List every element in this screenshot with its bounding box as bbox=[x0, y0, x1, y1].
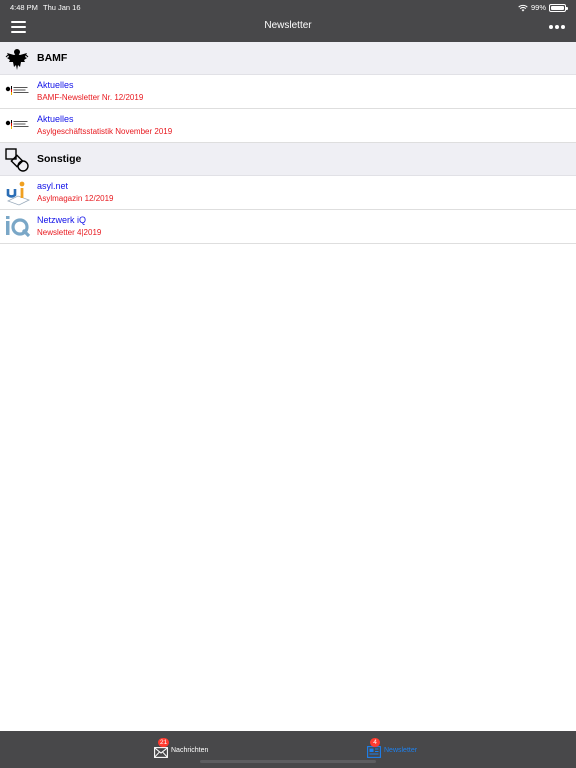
unread-badge: 21 bbox=[158, 737, 170, 747]
item-title: Netzwerk iQ bbox=[37, 215, 87, 225]
status-date: Thu Jan 16 bbox=[43, 3, 81, 12]
item-subtitle: Asylmagazin 12/2019 bbox=[37, 194, 114, 203]
federal-eagle-icon bbox=[5, 49, 29, 70]
netzwerk-iq-logo-icon bbox=[6, 216, 31, 238]
list-item-asylnet[interactable]: asyl.net Asylmagazin 12/2019 bbox=[0, 176, 576, 210]
battery-icon bbox=[549, 3, 568, 12]
tab-label: Nachrichten bbox=[171, 746, 209, 754]
item-subtitle: Asylgeschäftsstatistik November 2019 bbox=[37, 127, 173, 136]
section-header-bamf: BAMF bbox=[0, 42, 576, 75]
tab-nachrichten[interactable]: 21 Nachrichten bbox=[154, 737, 209, 762]
tab-newsletter[interactable]: 4 Newsletter bbox=[367, 737, 418, 762]
item-subtitle: BAMF-Newsletter Nr. 12/2019 bbox=[37, 93, 144, 102]
section-header-sonstige: Sonstige bbox=[0, 143, 576, 176]
mail-icon: 21 bbox=[154, 737, 170, 758]
status-time: 4:48 PM bbox=[10, 3, 38, 12]
navigation-bar: 4:48 PM Thu Jan 16 99% Newsletter bbox=[0, 0, 576, 42]
item-title: Aktuelles bbox=[37, 114, 74, 124]
newsletter-list: BAMF Aktuelles BAMF-Newsletter Nr. 12/20… bbox=[0, 42, 576, 244]
newsletter-icon: 4 bbox=[367, 737, 381, 758]
list-item-bamf-statistik[interactable]: Aktuelles Asylgeschäftsstatistik Novembe… bbox=[0, 109, 576, 143]
bamf-logo-icon bbox=[5, 120, 29, 129]
page-title: Newsletter bbox=[264, 20, 312, 31]
tab-label: Newsletter bbox=[384, 746, 418, 754]
wifi-icon bbox=[518, 4, 528, 11]
bamf-logo-icon bbox=[5, 86, 29, 95]
item-subtitle: Newsletter 4|2019 bbox=[37, 228, 102, 237]
more-options-icon[interactable] bbox=[549, 25, 565, 29]
asylnet-logo-icon bbox=[6, 181, 31, 206]
shapes-icon bbox=[5, 148, 29, 172]
section-title: Sonstige bbox=[37, 153, 82, 165]
unread-badge: 4 bbox=[370, 737, 380, 747]
home-indicator bbox=[200, 760, 376, 763]
item-title: asyl.net bbox=[37, 181, 69, 191]
list-item-netzwerk-iq[interactable]: Netzwerk iQ Newsletter 4|2019 bbox=[0, 210, 576, 244]
list-item-bamf-newsletter[interactable]: Aktuelles BAMF-Newsletter Nr. 12/2019 bbox=[0, 75, 576, 109]
battery-level-fill bbox=[551, 5, 564, 10]
item-title: Aktuelles bbox=[37, 80, 74, 90]
section-title: BAMF bbox=[37, 52, 68, 64]
status-indicators: 99% bbox=[518, 3, 568, 12]
battery-percentage: 99% bbox=[530, 3, 546, 12]
